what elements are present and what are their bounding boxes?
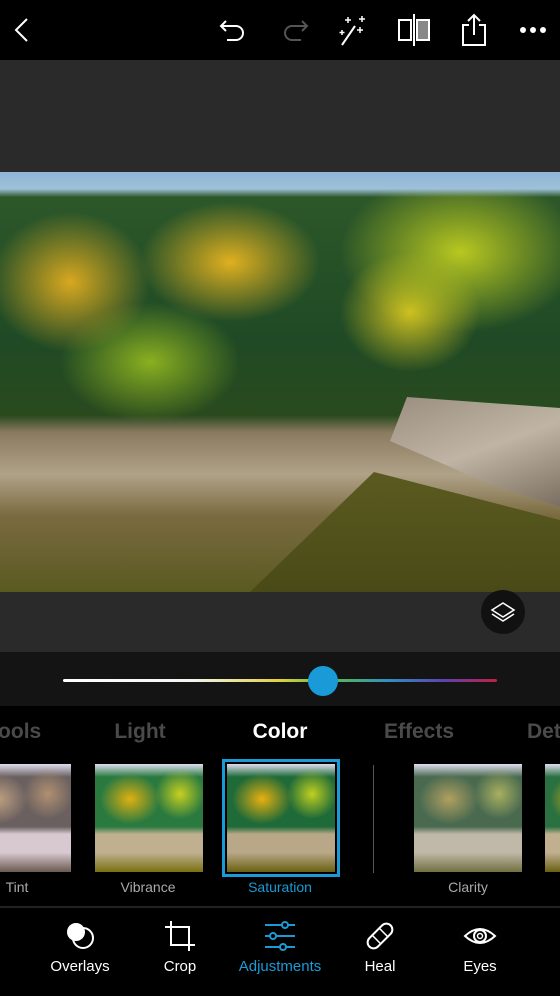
tab-details[interactable]: Det — [527, 720, 560, 744]
preset-saturation[interactable] — [222, 759, 340, 877]
compare-icon[interactable] — [396, 12, 432, 48]
preset-vibrance[interactable] — [95, 764, 203, 872]
preset-label-vibrance: Vibrance — [120, 879, 176, 895]
nav-label: Heal — [364, 958, 396, 975]
nav-label: Adjustments — [238, 958, 322, 975]
nav-label: Eyes — [463, 958, 497, 975]
bottom-separator — [0, 906, 560, 908]
preset-divider — [373, 765, 374, 873]
eye-icon — [463, 928, 497, 944]
undo-icon[interactable] — [215, 12, 251, 48]
nav-overlays[interactable]: Overlays — [25, 920, 135, 975]
share-icon[interactable] — [456, 12, 492, 48]
nav-adjustments[interactable]: Adjustments — [225, 920, 335, 975]
more-icon[interactable] — [515, 12, 551, 48]
crop-icon — [165, 921, 195, 951]
adjustments-icon — [265, 921, 295, 951]
redo-icon[interactable] — [277, 12, 313, 48]
overlays-icon — [67, 923, 94, 949]
nav-heal[interactable]: Heal — [325, 920, 435, 975]
preset-next[interactable] — [545, 764, 560, 872]
tab-tools[interactable]: Tools — [0, 720, 41, 744]
photo-preview[interactable] — [0, 172, 560, 592]
auto-fix-wand-icon[interactable] — [337, 12, 373, 48]
preset-tint[interactable] — [0, 764, 71, 872]
preset-clarity[interactable] — [414, 764, 522, 872]
layers-button[interactable] — [481, 590, 525, 634]
back-icon[interactable] — [4, 12, 40, 48]
nav-label: Crop — [163, 958, 197, 975]
layers-icon — [490, 602, 516, 622]
bandage-icon — [366, 922, 394, 950]
nav-crop[interactable]: Crop — [125, 920, 235, 975]
tab-color[interactable]: Color — [253, 720, 308, 744]
preset-label-saturation: Saturation — [248, 879, 312, 895]
nav-eyes[interactable]: Eyes — [425, 920, 535, 975]
tab-effects[interactable]: Effects — [384, 720, 454, 744]
nav-label: Overlays — [50, 958, 110, 975]
preset-label-clarity: Clarity — [448, 879, 488, 895]
tab-light[interactable]: Light — [114, 720, 165, 744]
saturation-slider-track[interactable] — [63, 679, 497, 682]
top-toolbar — [0, 0, 560, 60]
preset-label-tint: Tint — [5, 879, 29, 895]
